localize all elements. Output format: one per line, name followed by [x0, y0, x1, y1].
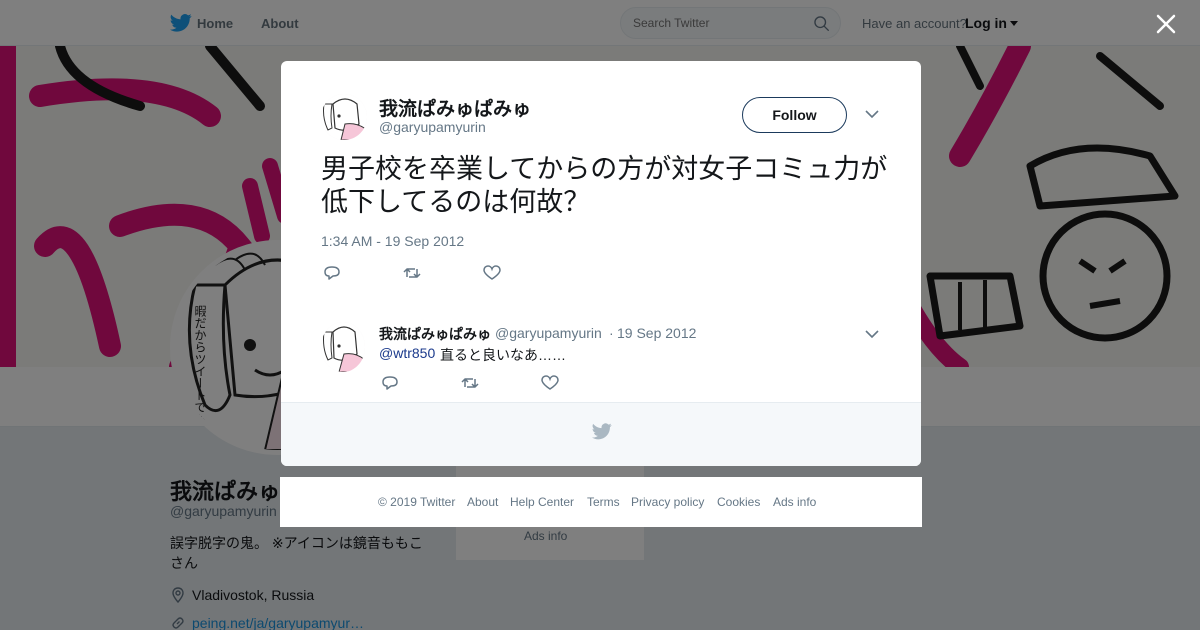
- reply-icon[interactable]: [323, 265, 341, 281]
- footer-link-terms[interactable]: Terms: [587, 495, 620, 509]
- footer-copyright: © 2019 Twitter: [378, 495, 456, 509]
- tweet-author-avatar[interactable]: [321, 94, 367, 140]
- avatar-thumbnail: [321, 322, 365, 372]
- close-icon[interactable]: [1155, 13, 1177, 35]
- tweet-author-name[interactable]: 我流ぱみゅぱみゅ: [379, 94, 531, 121]
- modal-footer: [281, 402, 921, 466]
- reply-mention-link[interactable]: @wtr850: [379, 345, 435, 361]
- retweet-icon[interactable]: [403, 265, 421, 281]
- tweet-permalink-modal: 我流ぱみゅぱみゅ @garyupamyurin Follow 男子校を卒業してか…: [281, 61, 921, 466]
- reply-author-avatar[interactable]: [321, 322, 365, 372]
- avatar-thumbnail: [321, 94, 367, 140]
- footer-link-privacy-policy[interactable]: Privacy policy: [631, 495, 704, 509]
- reply-date[interactable]: 19 Sep 2012: [617, 325, 696, 341]
- chevron-down-icon[interactable]: [865, 109, 879, 119]
- footer-link-about[interactable]: About: [467, 495, 498, 509]
- footer-link-cookies[interactable]: Cookies: [717, 495, 760, 509]
- heart-icon[interactable]: [541, 375, 559, 391]
- follow-button[interactable]: Follow: [742, 97, 847, 133]
- reply-separator: ·: [609, 325, 614, 341]
- footer-link-ads-info[interactable]: Ads info: [773, 495, 816, 509]
- site-footer: © 2019 Twitter About Help Center Terms P…: [280, 477, 922, 527]
- reply-author-name[interactable]: 我流ぱみゅぱみゅ: [379, 324, 491, 344]
- chevron-down-icon[interactable]: [865, 329, 879, 339]
- reply-tweet[interactable]: 我流ぱみゅぱみゅ @garyupamyurin · 19 Sep 2012 @w…: [281, 306, 921, 402]
- footer-link-help-center[interactable]: Help Center: [510, 495, 574, 509]
- reply-icon[interactable]: [381, 375, 399, 391]
- heart-icon[interactable]: [483, 265, 501, 281]
- twitter-bird-icon: [592, 423, 612, 440]
- reply-author-handle[interactable]: @garyupamyurin: [495, 325, 602, 341]
- tweet-text: 男子校を卒業してからの方が対女子コミュ力が低下してるのは何故？: [321, 154, 888, 218]
- retweet-icon[interactable]: [461, 375, 479, 391]
- reply-text: 直ると良いなあ……: [440, 347, 566, 363]
- tweet-timestamp[interactable]: 1:34 AM - 19 Sep 2012: [321, 233, 464, 249]
- tweet-author-handle[interactable]: @garyupamyurin: [379, 119, 486, 135]
